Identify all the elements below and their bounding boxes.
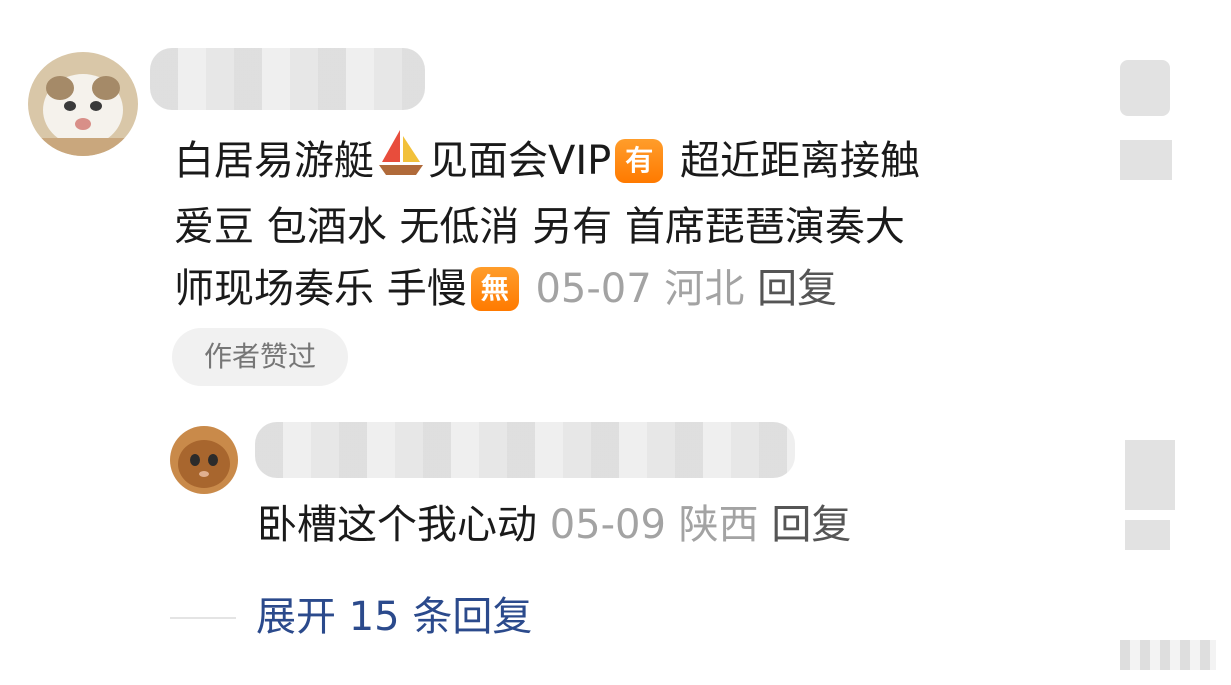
expand-divider [170,617,236,619]
comment-location: 河北 [664,266,745,312]
reply-name-blurred[interactable] [255,422,795,478]
reply-avatar[interactable] [170,426,238,494]
reply-reply-button[interactable]: 回复 [771,502,851,548]
reply-like-count-blurred [1125,520,1170,550]
reply-location: 陕西 [678,502,759,548]
author-liked-badge: 作者赞过 [172,328,348,386]
watermark [1120,640,1216,670]
you-badge-icon: 有 [615,139,664,183]
comment-reply-button[interactable]: 回复 [757,266,837,312]
commenter-name-blurred[interactable] [150,48,425,110]
comment-line-1: 白居易游艇 见面会VIP 有 超近距离接触 [174,128,1074,196]
like-count-blurred [1120,140,1172,180]
comment-line-2: 爱豆 包酒水 无低消 另有 首席琵琶演奏大 [174,204,905,250]
comment-body: 白居易游艇 见面会VIP 有 超近距离接触 爱豆 包酒水 无低消 另有 首席琵琶演… [174,128,1074,320]
reply-date: 05-09 [549,502,666,548]
reply-like-icon-blurred[interactable] [1125,440,1175,510]
commenter-avatar[interactable] [28,52,138,156]
comment-date: 05-07 [535,266,652,312]
wu-badge-icon: 無 [470,267,519,311]
expand-replies-link[interactable]: 展开 15 条回复 [256,588,532,646]
sailboat-emoji-icon [376,128,426,196]
like-icon-blurred[interactable] [1120,60,1170,116]
comment-line-3: 师现场奏乐 手慢無 05-07 河北 回复 [174,266,838,312]
reply-body: 卧槽这个我心动 05-09 陕西 回复 [257,502,852,548]
